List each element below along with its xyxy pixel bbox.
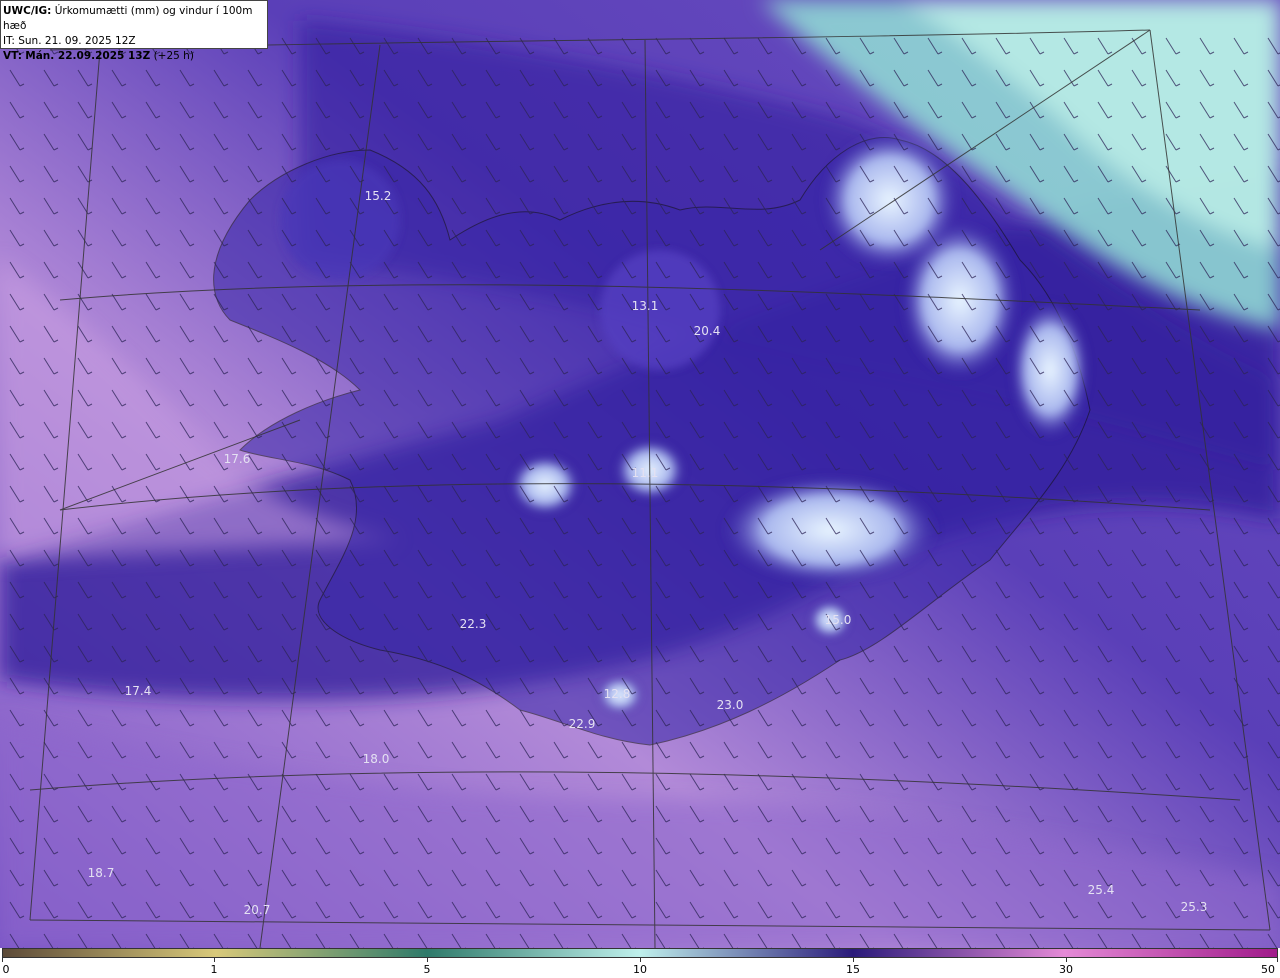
- map-value-label: 25.4: [1087, 883, 1115, 897]
- map-value-label: 11.1: [631, 466, 659, 480]
- colorbar-tick: [2, 958, 3, 962]
- valid-time-offset: (+25 h): [153, 50, 194, 62]
- colorbar-label: 0: [2, 963, 10, 976]
- map-value-label: 20.7: [243, 903, 271, 917]
- map-value-label: 22.3: [459, 617, 487, 631]
- init-time: IT: Sun. 21. 09. 2025 12Z: [3, 35, 136, 47]
- colorbar-tick: [640, 958, 641, 962]
- map-value-label: 15.0: [824, 613, 852, 627]
- map-value-label: 22.9: [568, 717, 596, 731]
- colorbar-label: 30: [1059, 963, 1073, 976]
- map-value-label: 12.8: [603, 687, 631, 701]
- colorbar: 0 1 5 10 15 30 50: [0, 948, 1280, 978]
- colorbar-tick: [427, 958, 428, 962]
- map-value-label: 15.2: [364, 189, 392, 203]
- colorbar-label: 50: [1261, 963, 1275, 976]
- map-value-label: 17.6: [223, 452, 251, 466]
- colorbar-strip: [2, 948, 1278, 958]
- map-value-label: 23.0: [716, 698, 744, 712]
- info-title-line: UWC/IG: Úrkomumætti (mm) og vindur í 100…: [3, 4, 263, 34]
- map-value-label: 18.0: [362, 752, 390, 766]
- map-value-label: 20.4: [693, 324, 721, 338]
- valid-time-line: VT: Mán. 22.09.2025 13Z (+25 h): [3, 49, 263, 64]
- colorbar-label: 5: [423, 963, 431, 976]
- colorbar-tick: [1277, 958, 1278, 962]
- valid-time-label: VT:: [3, 50, 22, 62]
- wind-barbs: [0, 30, 1280, 948]
- map-area[interactable]: UWC/IG: Úrkomumætti (mm) og vindur í 100…: [0, 0, 1280, 948]
- colorbar-tick: [214, 958, 215, 962]
- model-name: UWC/IG:: [3, 5, 52, 17]
- colorbar-label: 10: [633, 963, 647, 976]
- colorbar-tick: [1066, 958, 1067, 962]
- info-box: UWC/IG: Úrkomumætti (mm) og vindur í 100…: [0, 0, 268, 62]
- map-value-label: 13.1: [631, 299, 659, 313]
- colorbar-label: 1: [210, 963, 218, 976]
- map-value-label: 25.3: [1180, 900, 1208, 914]
- valid-time-value: Mán. 22.09.2025 13Z: [25, 50, 151, 62]
- map-value-label: 18.7: [87, 866, 115, 880]
- colorbar-tick: [853, 958, 854, 962]
- map-value-label: 17.4: [124, 684, 152, 698]
- colorbar-label: 15: [846, 963, 860, 976]
